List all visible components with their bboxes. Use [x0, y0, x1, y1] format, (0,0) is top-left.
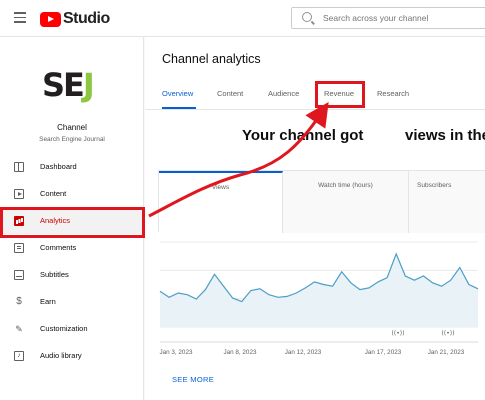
- metric-views[interactable]: Views: [159, 171, 283, 233]
- sidebar-item-comments[interactable]: Comments: [0, 234, 144, 261]
- sidebar-item-subtitles[interactable]: Subtitles: [0, 261, 144, 288]
- metric-label: Watch time (hours): [318, 182, 373, 189]
- comments-icon: [14, 242, 24, 253]
- app-name: Studio: [63, 10, 110, 27]
- x-tick-label: Jan 17, 2023: [365, 349, 402, 356]
- sidebar-item-earn[interactable]: $ Earn: [0, 288, 144, 315]
- studio-logo[interactable]: Studio: [40, 10, 110, 28]
- views-chart[interactable]: ((•)) ((•)) Jan 3, 2023 Jan 8, 2023 Jan 12, …: [158, 232, 485, 362]
- channel-title: Channel: [57, 123, 87, 132]
- sidebar-item-label: Earn: [40, 297, 56, 306]
- x-tick-label: Jan 8, 2023: [224, 349, 257, 356]
- live-stream-marker-icon[interactable]: ((•)): [442, 330, 455, 337]
- metric-subscribers[interactable]: Subscribers: [409, 171, 485, 233]
- tab-content[interactable]: Content: [217, 89, 243, 98]
- earn-icon: $: [16, 295, 22, 307]
- revenue-highlight-box: [315, 81, 365, 108]
- tab-audience[interactable]: Audience: [268, 89, 299, 98]
- analytics-highlight-box: [0, 207, 145, 238]
- x-tick-label: Jan 12, 2023: [285, 349, 322, 356]
- see-more-link[interactable]: SEE MORE: [172, 375, 214, 384]
- x-tick-label: Jan 21, 2023: [428, 349, 465, 356]
- channel-subtitle: Search Engine Journal: [39, 136, 105, 143]
- tab-research[interactable]: Research: [377, 89, 409, 98]
- chart-area: [160, 253, 478, 327]
- search-input[interactable]: [323, 11, 483, 25]
- metric-watch-time[interactable]: Watch time (hours): [283, 171, 409, 233]
- customization-icon: ✎: [15, 323, 23, 334]
- search-box[interactable]: [291, 7, 485, 29]
- metric-label: Subscribers: [417, 182, 452, 189]
- metric-label: Views: [211, 184, 230, 191]
- channel-avatar[interactable]: SEJ: [42, 66, 95, 104]
- sidebar-nav: Dashboard Content Analytics Comments Sub…: [0, 153, 144, 369]
- sidebar-item-dashboard[interactable]: Dashboard: [0, 153, 144, 180]
- tabs-divider: [145, 109, 485, 110]
- dashboard-icon: [14, 161, 24, 172]
- sidebar-item-content[interactable]: Content: [0, 180, 144, 207]
- headline-text: Your channel got: [242, 127, 364, 144]
- page-title: Channel analytics: [162, 52, 261, 66]
- metric-tabs: Views Watch time (hours) Subscribers: [158, 170, 485, 233]
- sidebar-item-customization[interactable]: ✎ Customization: [0, 315, 144, 342]
- search-icon[interactable]: [302, 12, 312, 22]
- sidebar-item-label: Dashboard: [40, 162, 77, 171]
- menu-icon[interactable]: [14, 12, 26, 23]
- subtitles-icon: [14, 269, 24, 280]
- sidebar-item-label: Subtitles: [40, 270, 69, 279]
- audio-library-icon: ♪: [14, 350, 24, 361]
- live-stream-marker-icon[interactable]: ((•)): [392, 330, 405, 337]
- headline-text-right: views in the: [405, 127, 485, 144]
- sidebar-item-label: Customization: [40, 324, 88, 333]
- sidebar-item-audio-library[interactable]: ♪ Audio library: [0, 342, 144, 369]
- sidebar-item-label: Content: [40, 189, 67, 198]
- content-icon: [14, 188, 24, 199]
- youtube-icon: [40, 11, 61, 27]
- top-bar: Studio: [0, 0, 485, 37]
- tab-overview[interactable]: Overview: [162, 89, 193, 98]
- x-tick-label: Jan 3, 2023: [160, 349, 193, 356]
- sidebar-item-label: Comments: [40, 243, 77, 252]
- sidebar-item-label: Audio library: [40, 351, 82, 360]
